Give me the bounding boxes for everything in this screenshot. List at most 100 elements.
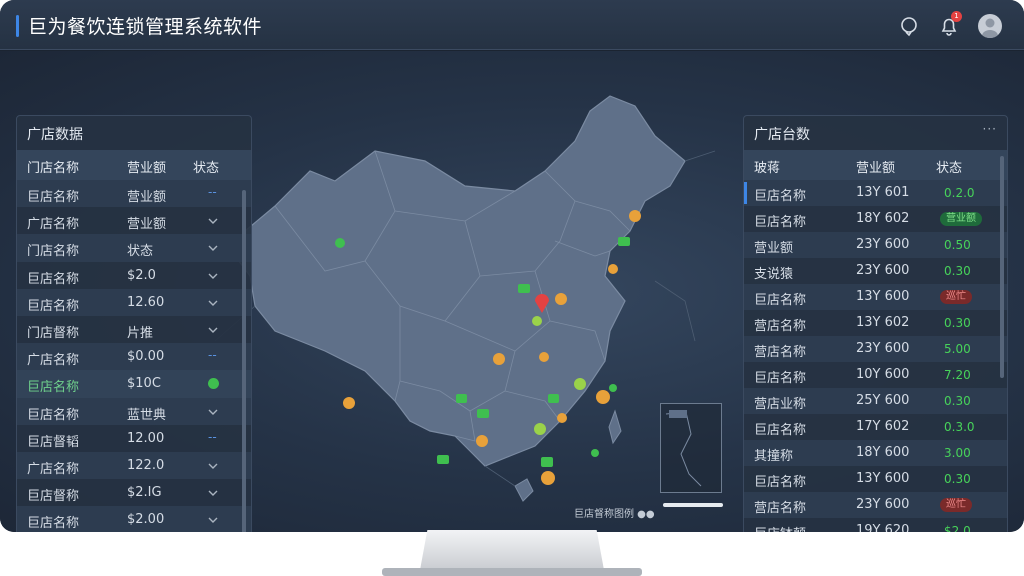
status-dash-icon[interactable]: --	[208, 430, 217, 444]
title-accent-bar	[16, 15, 19, 37]
app-title: 巨为餐饮连锁管理系统软件	[28, 16, 263, 38]
column-header[interactable]: 状态	[193, 157, 219, 176]
avatar[interactable]	[978, 14, 1002, 38]
store-marker	[591, 449, 599, 457]
column-header[interactable]: 状态	[936, 157, 962, 176]
store-marker	[456, 394, 467, 403]
store-marker	[532, 316, 542, 326]
map-landmass	[234, 95, 686, 467]
column-header[interactable]: 玻蒋	[754, 157, 780, 176]
store-marker	[437, 455, 449, 464]
table-row[interactable]: 门店督称 片推	[17, 316, 251, 343]
store-marker	[608, 264, 618, 274]
store-marker	[596, 390, 610, 404]
chat-icon[interactable]	[897, 14, 921, 38]
more-icon[interactable]: ···	[983, 122, 997, 136]
chevron-down-icon[interactable]	[208, 517, 218, 524]
store-marker	[541, 471, 555, 485]
status-badge: $2.0	[944, 524, 971, 532]
chevron-down-icon[interactable]	[208, 218, 218, 225]
table-row[interactable]: 巨店督称 $2.IG	[17, 479, 251, 506]
store-name-cell: 巨店名称	[754, 475, 807, 490]
revenue-cell: 13Y 600	[856, 471, 910, 486]
store-name-cell: 广店名称	[27, 462, 80, 477]
revenue-cell: 13Y 601	[856, 185, 910, 200]
store-name-cell: 巨店名称	[27, 407, 80, 423]
status-badge: 0.2.0	[944, 186, 975, 200]
chevron-down-icon[interactable]	[208, 463, 218, 469]
chevron-down-icon[interactable]	[208, 490, 218, 497]
store-name-cell: 巨店督称	[27, 489, 80, 505]
table-row[interactable]: 巨店钵颠 19Y 620 $2.0	[744, 518, 1007, 532]
app-header: 巨为餐饮连锁管理系统软件 1	[0, 0, 1024, 50]
store-name-cell: 巨店名称	[27, 271, 80, 287]
revenue-cell: 18Y 602	[856, 211, 910, 226]
table-row[interactable]: 巨店督韬 12.00 --	[17, 425, 251, 452]
table-row[interactable]: 广店名称 122.0	[17, 452, 251, 480]
status-dash-icon[interactable]: --	[208, 185, 217, 199]
table-row[interactable]: 营店名称 23Y 600 巡忙	[744, 492, 1007, 518]
table-row[interactable]: 巨店名称 13Y 601 0.2.0	[744, 180, 1007, 206]
left-store-panel: 广店数据 门店名称 营业额 状态 巨店名称 营业额 -- 广店名称 营业额 门店名称 状态巨…	[16, 115, 252, 532]
store-name-cell: 其撞称	[754, 449, 794, 464]
table-row[interactable]: 巨店名称 $2.0	[17, 262, 251, 289]
store-marker	[548, 394, 559, 403]
store-name-cell: 巨店名称	[27, 516, 80, 532]
table-row[interactable]: 巨店名称 18Y 602 营业额	[744, 206, 1007, 232]
map-scale-bar	[663, 503, 723, 507]
table-row[interactable]: 营店业称 25Y 600 0.30	[744, 388, 1007, 414]
chevron-down-icon[interactable]	[208, 409, 218, 415]
table-row[interactable]: 巨店名称 17Y 602 0.3.0	[744, 414, 1007, 440]
chevron-down-icon[interactable]	[208, 245, 218, 252]
table-row[interactable]: 巨店名称 $2.00	[17, 506, 251, 532]
revenue-cell: 18Y 600	[856, 445, 910, 460]
store-marker	[477, 409, 489, 418]
table-row[interactable]: 营业额 23Y 600 0.50	[744, 232, 1007, 258]
store-name-cell: 广店名称	[27, 353, 80, 369]
store-marker	[518, 284, 530, 293]
table-row[interactable]: 巨店名称 $10C	[17, 370, 251, 398]
chevron-down-icon[interactable]	[208, 300, 218, 306]
store-name-cell: 巨店督韬	[27, 434, 80, 450]
status-online-dot	[208, 378, 219, 390]
revenue-cell: $0.00	[127, 349, 165, 365]
store-name-cell: 巨店名称	[754, 215, 807, 230]
table-row[interactable]: 巨店名称 13Y 600 0.30	[744, 466, 1007, 492]
revenue-cell: 122.0	[127, 458, 165, 473]
chevron-down-icon[interactable]	[208, 273, 218, 279]
chevron-down-icon[interactable]	[208, 327, 218, 333]
china-map[interactable]	[215, 91, 735, 531]
table-row[interactable]: 营店名称 23Y 600 5.00	[744, 336, 1007, 362]
revenue-cell: 25Y 600	[856, 393, 910, 408]
column-header[interactable]: 营业额	[856, 157, 895, 176]
table-row[interactable]: 巨店名称 13Y 600 巡忙	[744, 284, 1007, 310]
store-marker	[618, 237, 630, 246]
revenue-cell: 12.60	[127, 294, 165, 310]
table-row[interactable]: 支说猿 23Y 600 0.30	[744, 258, 1007, 284]
table-row[interactable]: 巨店名称 10Y 600 7.20	[744, 362, 1007, 388]
table-row[interactable]: 门店名称 状态	[17, 234, 251, 262]
status-dash-icon[interactable]: --	[208, 348, 217, 362]
dashboard-stage: 巨店督称图例 ●● 广店数据 门店名称 营业额 状态 巨店名称 营业额 -- 广店名称…	[0, 51, 1024, 532]
status-badge: 巡忙	[940, 498, 972, 512]
column-header[interactable]: 门店名称	[27, 157, 79, 176]
scrollbar[interactable]	[242, 190, 246, 532]
column-header[interactable]: 营业额	[127, 157, 166, 176]
table-row[interactable]: 其撞称 18Y 600 3.00	[744, 440, 1007, 466]
revenue-cell: 17Y 602	[856, 419, 910, 434]
store-name-cell: 巨店名称	[754, 293, 807, 308]
scrollbar[interactable]	[1000, 156, 1004, 378]
table-row[interactable]: 营店名称 13Y 602 0.30	[744, 310, 1007, 336]
store-name-cell: 营店业称	[754, 397, 807, 412]
table-row[interactable]: 巨店名称 蓝世典	[17, 397, 251, 425]
revenue-cell: 13Y 602	[856, 315, 910, 330]
table-header: 门店名称 营业额 状态	[17, 150, 251, 180]
table-row[interactable]: 广店名称 $0.00 --	[17, 343, 251, 371]
table-row[interactable]: 巨店名称 营业额 --	[17, 180, 251, 208]
table-row[interactable]: 广店名称 营业额	[17, 207, 251, 234]
store-name-cell: 支说猿	[754, 267, 794, 282]
store-name-cell: 巨店钵颠	[754, 523, 806, 532]
table-row[interactable]: 巨店名称 12.60	[17, 288, 251, 316]
status-badge: 0.30	[944, 472, 971, 486]
store-marker	[493, 353, 505, 365]
